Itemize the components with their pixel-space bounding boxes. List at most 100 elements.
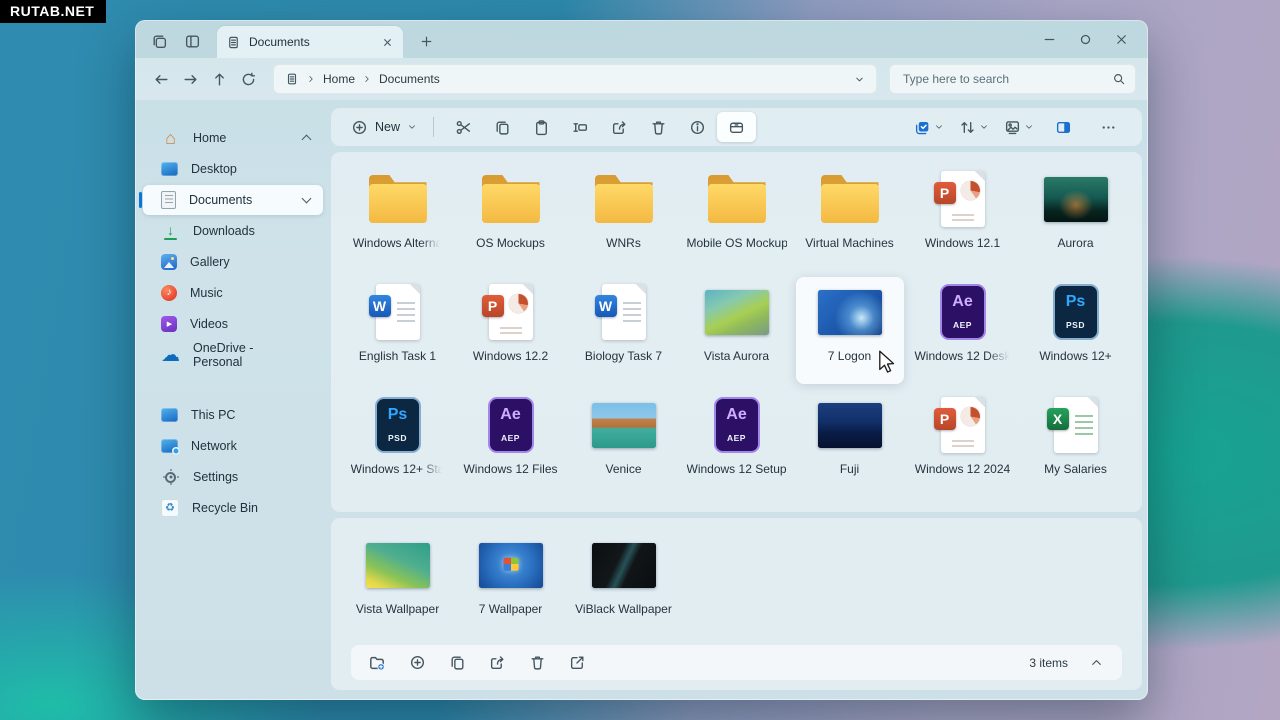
- refresh-button[interactable]: [234, 65, 263, 93]
- file-thumbnail: [479, 173, 543, 225]
- file-tile[interactable]: 7 Wallpaper: [457, 530, 565, 637]
- share-button[interactable]: [600, 112, 639, 142]
- chevron-icon[interactable]: [301, 132, 313, 144]
- file-tile[interactable]: 7 Logon: [796, 277, 904, 384]
- file-tile[interactable]: Aurora: [1022, 164, 1130, 271]
- chevron-icon[interactable]: [301, 318, 313, 330]
- chevron-down-icon[interactable]: [854, 74, 865, 85]
- new-tab-button[interactable]: [413, 28, 439, 54]
- tab-stack-button[interactable]: [146, 28, 173, 54]
- delete-button[interactable]: [525, 651, 549, 675]
- info-button[interactable]: [678, 112, 717, 142]
- sidebar-item[interactable]: This PC: [143, 400, 323, 430]
- forward-button[interactable]: [176, 65, 205, 93]
- sidebar-item[interactable]: OneDrive - Personal: [143, 340, 323, 370]
- file-tile[interactable]: Windows 12+: [1022, 277, 1130, 384]
- paste-button[interactable]: [522, 112, 561, 142]
- new-plus-icon: [351, 119, 368, 136]
- delete-icon: [529, 654, 546, 671]
- sidebar-item[interactable]: Recycle Bin: [143, 493, 323, 523]
- sidebar-item[interactable]: Music: [143, 278, 323, 308]
- chevron-icon[interactable]: [301, 349, 313, 361]
- share-button[interactable]: [485, 651, 509, 675]
- search-box[interactable]: [889, 64, 1136, 94]
- file-thumbnail: [940, 284, 986, 340]
- tab-documents[interactable]: Documents: [217, 26, 403, 58]
- search-input[interactable]: [901, 71, 1112, 87]
- sort-icon: [959, 119, 976, 136]
- maximize-button[interactable]: [1070, 25, 1100, 53]
- file-tile[interactable]: Venice: [570, 390, 678, 497]
- file-tile[interactable]: Virtual Machines: [796, 164, 904, 271]
- up-button[interactable]: [205, 65, 234, 93]
- file-tile[interactable]: Windows Alterna: [344, 164, 452, 271]
- details-pane-button[interactable]: [1044, 112, 1083, 142]
- file-tile[interactable]: Mobile OS Mockups: [683, 164, 791, 271]
- file-tile[interactable]: Vista Wallpaper: [344, 530, 452, 637]
- file-tile[interactable]: OS Mockups: [457, 164, 565, 271]
- file-name: My Salaries: [1044, 462, 1107, 476]
- new-folder-button[interactable]: [365, 651, 389, 675]
- chevron-icon[interactable]: [301, 225, 313, 237]
- file-name: 7 Logon: [828, 349, 871, 363]
- address-bar[interactable]: Home Documents: [273, 64, 877, 94]
- file-tile[interactable]: ViBlack Wallpaper: [570, 530, 678, 637]
- collapse-button[interactable]: [1084, 651, 1108, 675]
- copy-button[interactable]: [445, 651, 469, 675]
- sidebar-item[interactable]: Documents: [143, 185, 323, 215]
- sidebar-item-label: Gallery: [190, 255, 230, 269]
- new-button[interactable]: New: [345, 112, 423, 142]
- file-thumbnail: [818, 290, 882, 335]
- file-tile[interactable]: Windows 12.2: [457, 277, 565, 384]
- file-tile[interactable]: My Salaries: [1022, 390, 1130, 497]
- back-button[interactable]: [147, 65, 176, 93]
- file-name: Windows 12.2: [473, 349, 548, 363]
- sidebar-item[interactable]: Gallery: [143, 247, 323, 277]
- close-button[interactable]: [1106, 25, 1136, 53]
- chevron-down-icon: [1024, 122, 1034, 132]
- file-tile[interactable]: Biology Task 7: [570, 277, 678, 384]
- file-tile[interactable]: Windows 12 Desk: [909, 277, 1017, 384]
- file-tile[interactable]: Windows 12 2024: [909, 390, 1017, 497]
- sidebar-item-label: Home: [193, 131, 226, 145]
- minimize-button[interactable]: [1034, 25, 1064, 53]
- sidebar-item[interactable]: Videos: [143, 309, 323, 339]
- chevron-icon[interactable]: [301, 287, 313, 299]
- close-tab-icon[interactable]: [381, 36, 394, 49]
- chevron-right-icon: [362, 74, 372, 84]
- file-tile[interactable]: Windows 12 Setup: [683, 390, 791, 497]
- sidebar-item[interactable]: Network: [143, 431, 323, 461]
- file-tile[interactable]: English Task 1: [344, 277, 452, 384]
- breadcrumb-documents[interactable]: Documents: [379, 72, 440, 86]
- breadcrumb-home[interactable]: Home: [323, 72, 355, 86]
- file-tile[interactable]: Windows 12.1: [909, 164, 1017, 271]
- file-name: 7 Wallpaper: [479, 602, 543, 616]
- network-icon: [161, 439, 178, 453]
- sort-button[interactable]: [954, 112, 993, 142]
- file-tile[interactable]: Windows 12+ Sta: [344, 390, 452, 497]
- toolbar-right-group: [909, 112, 1128, 142]
- chevron-icon[interactable]: [301, 194, 313, 206]
- add-button[interactable]: [405, 651, 429, 675]
- file-tile[interactable]: Fuji: [796, 390, 904, 497]
- file-tile[interactable]: WNRs: [570, 164, 678, 271]
- preview-pane-button[interactable]: [717, 112, 756, 142]
- chevron-icon[interactable]: [301, 256, 313, 268]
- file-tile[interactable]: Vista Aurora: [683, 277, 791, 384]
- sidebar-item[interactable]: Settings: [143, 462, 323, 492]
- delete-button[interactable]: [639, 112, 678, 142]
- select-mode-button[interactable]: [909, 112, 948, 142]
- view-button[interactable]: [999, 112, 1038, 142]
- open-external-button[interactable]: [565, 651, 589, 675]
- chevron-icon[interactable]: [301, 163, 313, 175]
- cut-button[interactable]: [444, 112, 483, 142]
- sidebar-item[interactable]: Home: [143, 123, 323, 153]
- file-name: Vista Aurora: [704, 349, 769, 363]
- more-button[interactable]: [1089, 112, 1128, 142]
- panel-toggle-button[interactable]: [179, 28, 206, 54]
- rename-button[interactable]: [561, 112, 600, 142]
- sidebar-item[interactable]: Desktop: [143, 154, 323, 184]
- copy-button[interactable]: [483, 112, 522, 142]
- file-tile[interactable]: Windows 12 Files: [457, 390, 565, 497]
- sidebar-item[interactable]: Downloads: [143, 216, 323, 246]
